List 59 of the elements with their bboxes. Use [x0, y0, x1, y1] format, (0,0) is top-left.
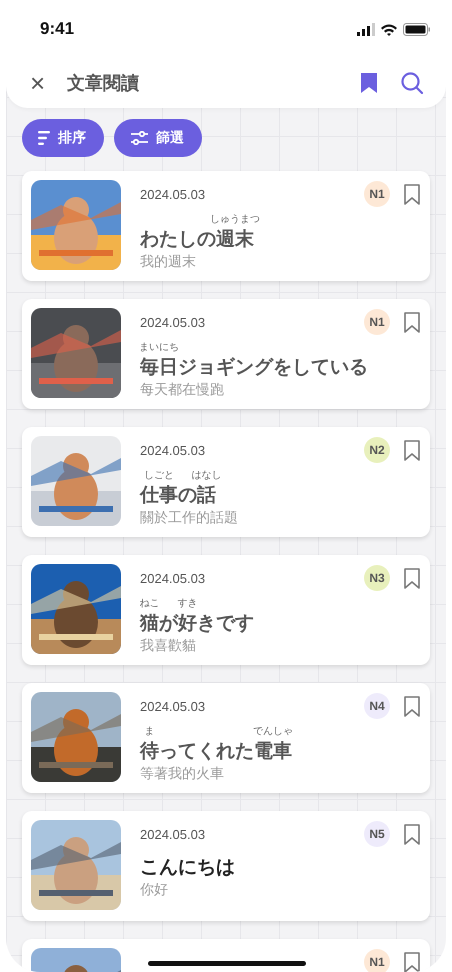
bookmark-icon[interactable] — [404, 184, 420, 204]
bookmark-icon[interactable] — [404, 696, 420, 716]
article-title: 猫が好きです — [140, 611, 255, 635]
wifi-icon — [381, 22, 397, 36]
article-date: 2024.05.03 — [140, 314, 206, 330]
furigana: でんしゃ — [253, 725, 293, 739]
bookmark-icon[interactable] — [404, 440, 420, 460]
article-date: 2024.05.03 — [140, 186, 206, 202]
level-badge: N1 — [364, 181, 390, 207]
bookmark-icon[interactable] — [360, 72, 378, 94]
sort-icon — [38, 131, 50, 145]
search-icon[interactable] — [400, 71, 424, 95]
furigana: すき — [178, 597, 198, 611]
article-date: 2024.05.03 — [140, 698, 206, 714]
article-card[interactable]: 2024.05.03 N5 こんにちは 你好 — [22, 811, 430, 921]
article-card[interactable]: 2024.05.03 N1 まいにち 毎日ジョギングをしている 每天都在慢跑 — [22, 299, 430, 409]
filter-button[interactable]: 篩選 — [114, 119, 202, 157]
furigana: しごと — [144, 469, 174, 483]
bookmark-icon[interactable] — [404, 312, 420, 332]
bookmark-icon[interactable] — [404, 568, 420, 588]
signal-icon — [357, 22, 375, 36]
status-time: 9:41 — [40, 19, 74, 39]
close-button[interactable]: × — [30, 70, 46, 96]
article-translation: 等著我的火車 — [140, 765, 225, 783]
sort-button[interactable]: 排序 — [22, 119, 104, 157]
furigana: しゅうまつ — [210, 213, 260, 227]
article-date: 2024.05.03 — [140, 570, 206, 586]
article-title: こんにちは — [140, 855, 236, 879]
article-title: わたしの週末 — [140, 227, 255, 251]
sliders-icon — [130, 131, 148, 145]
article-card[interactable]: 2024.05.03 N4 ま でんしゃ 待ってくれた電車 等著我的火車 — [22, 683, 430, 793]
article-title: 待ってくれた電車 — [140, 739, 293, 763]
article-translation: 你好 — [140, 881, 169, 899]
article-translation: 每天都在慢跑 — [140, 381, 225, 399]
article-title: 仕事の話 — [140, 483, 217, 507]
article-card[interactable]: N1 — [22, 939, 430, 972]
furigana: ま — [144, 725, 154, 739]
furigana: まいにち — [139, 341, 179, 355]
bookmark-icon[interactable] — [404, 952, 420, 972]
article-translation: 關於工作的話題 — [140, 509, 239, 527]
level-badge: N1 — [364, 949, 390, 972]
level-badge: N4 — [364, 693, 390, 719]
article-translation: 我的週末 — [140, 253, 197, 271]
article-translation: 我喜歡貓 — [140, 637, 197, 655]
article-card[interactable]: 2024.05.03 N3 ねこ すき 猫が好きです 我喜歡貓 — [22, 555, 430, 665]
page-title: 文章閱讀 — [67, 72, 140, 95]
level-badge: N1 — [364, 309, 390, 335]
article-date: 2024.05.03 — [140, 442, 206, 458]
article-date: 2024.05.03 — [140, 826, 206, 842]
level-badge: N5 — [364, 821, 390, 847]
article-title: 毎日ジョギングをしている — [140, 355, 369, 379]
furigana: はなし — [192, 469, 222, 483]
level-badge: N3 — [364, 565, 390, 591]
level-badge: N2 — [364, 437, 390, 463]
article-card[interactable]: 2024.05.03 N2 しごと はなし 仕事の話 關於工作的話題 — [22, 427, 430, 537]
article-card[interactable]: 2024.05.03 N1 しゅうまつ わたしの週末 我的週末 — [22, 171, 430, 281]
battery-icon — [403, 22, 430, 36]
bookmark-icon[interactable] — [404, 824, 420, 844]
furigana: ねこ — [140, 597, 160, 611]
